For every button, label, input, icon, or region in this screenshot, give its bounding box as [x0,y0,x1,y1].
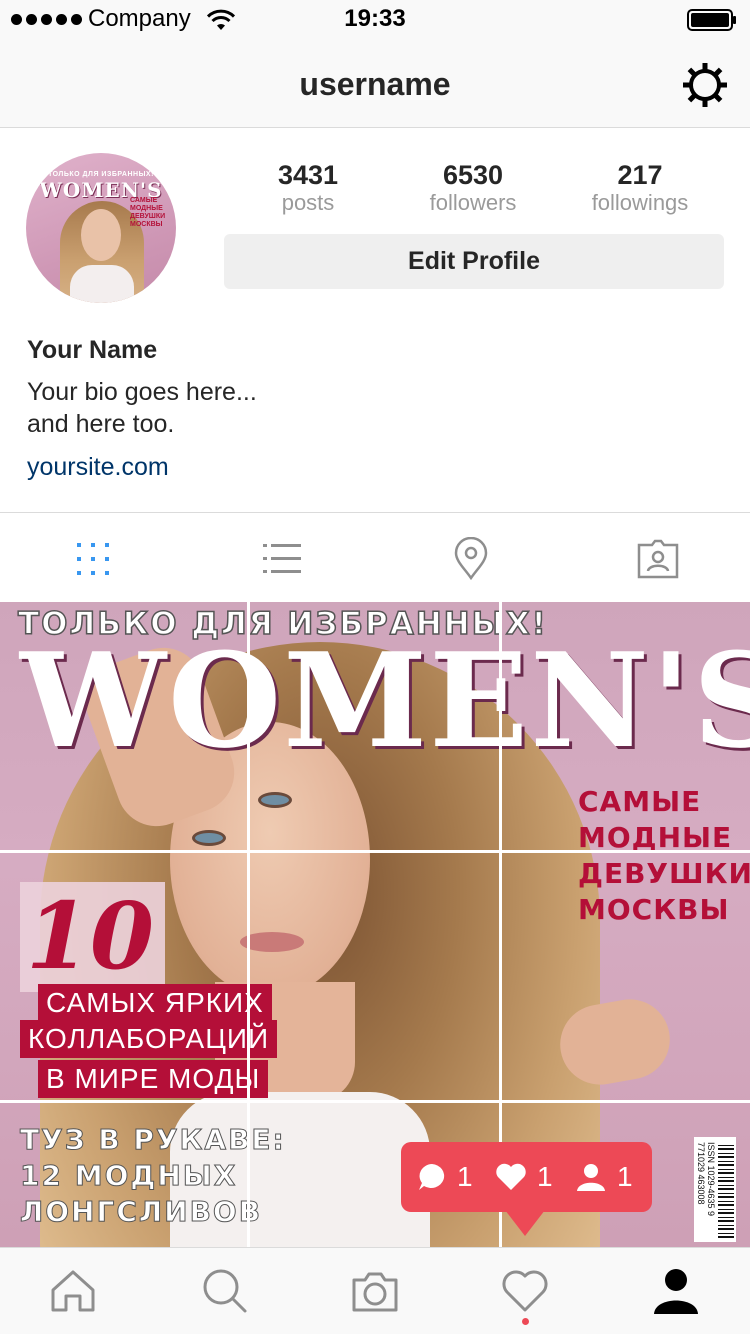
carrier-name: Company [88,5,191,32]
notif-count: 1 [617,1161,633,1192]
cover-red-line: КОЛЛАБОРАЦИЙ [20,1020,278,1058]
stat-posts[interactable]: 3431 posts [228,160,388,216]
notif-count: 1 [537,1161,553,1192]
cover-red-line: В МИРЕ МОДЫ [38,1060,269,1098]
stat-value: 6530 [442,160,504,190]
stat-followers[interactable]: 6530 followers [393,160,553,216]
grid-divider [0,850,750,853]
list-icon[interactable] [259,537,305,581]
notif-follows: 1 [575,1160,633,1194]
cover-big-number: 10 [26,882,155,990]
wifi-icon [206,9,236,30]
cover-photo-eye [258,792,292,808]
notif-comments: 1 [417,1160,473,1194]
profile-bio: Your bio goes here... and here too. [27,376,257,440]
battery-icon [687,9,736,31]
stat-followings[interactable]: 217 followings [560,160,720,216]
bio-line: and here too. [27,410,175,438]
activity-heart-icon[interactable] [500,1266,550,1316]
stat-label: followings [591,190,689,215]
stat-label: followers [429,190,517,215]
profile-website-link[interactable]: yoursite.com [27,453,169,482]
grid-icon[interactable] [70,537,116,581]
settings-gear-icon[interactable] [680,60,730,110]
cover-photo-eye [192,830,226,846]
stat-value: 3431 [277,160,339,190]
status-bar: Company 19:33 [0,0,750,40]
avatar-cover-side-text: САМЫЕ МОДНЫЕ ДЕВУШКИ МОСКВЫ [130,197,166,228]
profile-tabs [0,512,750,602]
cover-bottom-headline: ТУЗ В РУКАВЕ: 12 МОДНЫХ ЛОНГСЛИВОВ [20,1123,286,1229]
cover-right-headline: САМЫЕ МОДНЫЕ ДЕВУШКИ МОСКВЫ [578,785,750,926]
heart-icon [496,1163,526,1190]
comment-icon [419,1164,445,1190]
notification-pointer [505,1210,545,1236]
activity-notification-bubble[interactable]: 1 1 1 [401,1142,652,1212]
cover-barcode-lines [718,1142,734,1238]
bottom-tab-bar [0,1247,750,1334]
profile-icon[interactable] [651,1266,701,1316]
camera-icon[interactable] [350,1266,400,1316]
edit-profile-button[interactable]: Edit Profile [224,234,724,289]
cover-barcode-text: ISSN 1029-4635 9 771029 463008 [696,1142,716,1217]
avatar-face [81,209,121,261]
stat-value: 217 [617,160,663,190]
grid-divider [0,1100,750,1103]
nav-bar: username [0,40,750,128]
bio-line: Your bio goes here... [27,378,257,406]
notif-count: 1 [457,1161,473,1192]
profile-name: Your Name [27,336,158,364]
search-icon[interactable] [200,1266,250,1316]
grid-divider [247,602,250,1247]
tagged-photos-icon[interactable] [635,537,681,581]
stat-label: posts [281,190,335,215]
avatar[interactable]: ТОЛЬКО ДЛЯ ИЗБРАННЫХ! WOMEN'S САМЫЕ МОДН… [26,153,176,303]
cover-red-line: САМЫХ ЯРКИХ [38,984,272,1022]
home-icon[interactable] [48,1266,98,1316]
notif-likes: 1 [495,1160,553,1194]
activity-indicator-dot [522,1318,529,1325]
avatar-body [70,265,134,303]
location-pin-icon[interactable] [448,537,494,581]
signal-strength-icon [11,14,82,25]
page-title: username [299,66,451,102]
person-icon [577,1164,605,1191]
cover-title: WOMEN'S [20,624,750,777]
avatar-cover-top-line: ТОЛЬКО ДЛЯ ИЗБРАННЫХ! [48,171,154,178]
